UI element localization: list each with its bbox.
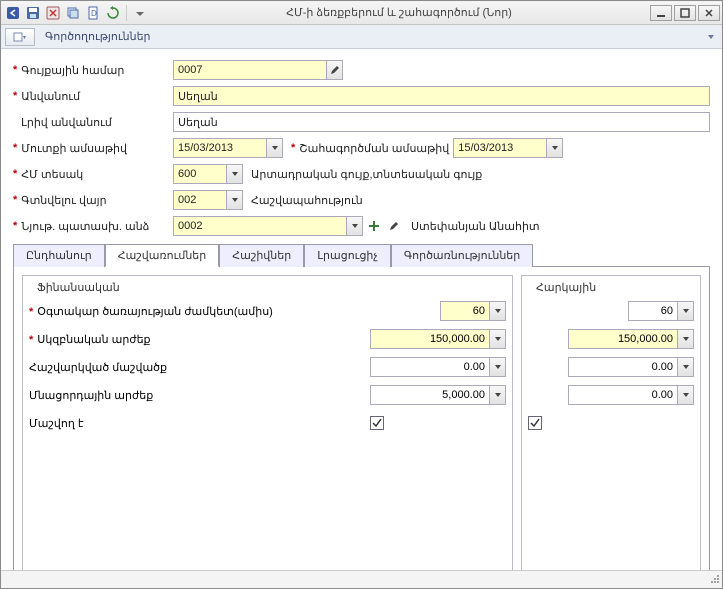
chevron-down-icon[interactable]	[678, 385, 694, 405]
toolbar: Գործողություններ	[1, 25, 722, 49]
window-title: ՀՄ-ի ձեռքբերում և շահագործում (Նոր)	[150, 6, 648, 19]
responsible-text: Ստեփանյան Անահիտ	[411, 220, 540, 233]
chevron-down-icon[interactable]	[490, 329, 506, 349]
tax-initial-value-input[interactable]	[568, 329, 678, 349]
svg-text:D: D	[91, 9, 97, 18]
label-entry-date: Մուտքի ամսաթիվ	[21, 142, 127, 155]
tax-residual-input[interactable]	[568, 385, 678, 405]
name-input[interactable]	[173, 86, 710, 106]
chevron-down-icon[interactable]	[266, 139, 282, 157]
tax-depreciate-checkbox[interactable]	[528, 416, 542, 430]
document-icon[interactable]: D	[84, 4, 102, 22]
titlebar: D ՀՄ-ի ձեռքբերում և շահագործում (Նոր)	[1, 1, 722, 25]
financial-depreciate-checkbox[interactable]	[370, 416, 384, 430]
operation-date-picker[interactable]: 15/03/2013	[453, 138, 563, 158]
label-responsible: Նյութ. պատասխ. անձ	[21, 220, 149, 233]
delete-icon[interactable]	[44, 4, 62, 22]
financial-residual-input[interactable]	[370, 385, 490, 405]
chevron-down-icon[interactable]	[226, 191, 242, 209]
financial-useful-life-input[interactable]	[440, 301, 490, 321]
tab-activities[interactable]: Գործառնություններ	[391, 244, 533, 267]
asset-number-field[interactable]: 0007	[173, 60, 343, 80]
responsible-combo[interactable]: 0002	[173, 216, 363, 236]
minimize-button[interactable]	[650, 5, 672, 21]
entry-date-picker[interactable]: 15/03/2013	[173, 138, 283, 158]
label-useful-life: Օգտակար ծառայության ժամկետ(ամիս)	[37, 306, 273, 318]
resize-grip-icon[interactable]	[708, 572, 720, 587]
full-name-input[interactable]	[173, 112, 710, 132]
label-asset-number: Գույքային համար	[21, 64, 124, 77]
label-name: Անվանում	[21, 90, 80, 103]
fieldset-financial-title: Ֆինանսական	[33, 281, 124, 294]
label-depreciate: Մաշվող է	[29, 418, 84, 430]
chevron-down-icon[interactable]	[678, 357, 694, 377]
label-calculated-depreciation: Հաշվարկված մաշվածք	[29, 362, 167, 374]
close-button[interactable]	[698, 5, 720, 21]
label-full-name: Լրիվ անվանում	[21, 116, 112, 129]
asset-type-text: Արտադրական գույք,տնտեսական գույք	[251, 168, 482, 181]
tab-calculations[interactable]: Հաշվառումներ	[105, 244, 220, 267]
chevron-down-icon[interactable]	[490, 301, 506, 321]
chevron-down-icon[interactable]	[346, 217, 362, 235]
chevron-down-icon[interactable]	[678, 301, 694, 321]
chevron-down-icon[interactable]	[678, 329, 694, 349]
tab-panel-calculations: Ֆինանսական *Օգտակար ծառայության ժամկետ(ա…	[13, 267, 710, 570]
fieldset-tax-title: Հարկային	[532, 281, 600, 294]
tax-calc-depr-input[interactable]	[568, 357, 678, 377]
copy-icon[interactable]	[64, 4, 82, 22]
location-combo[interactable]: 002	[173, 190, 243, 210]
tabs: Ընդհանուր Հաշվառումներ Հաշիվներ Լրացուցի…	[13, 243, 710, 267]
toolbar-collapse-icon[interactable]	[704, 30, 718, 44]
edit-icon[interactable]	[385, 217, 403, 235]
refresh-icon[interactable]	[104, 4, 122, 22]
label-residual-value: Մնացորդային արժեք	[29, 390, 153, 402]
tab-general[interactable]: Ընդհանուր	[13, 244, 105, 267]
save-icon[interactable]	[24, 4, 42, 22]
fieldset-financial: Ֆինանսական *Օգտակար ծառայության ժամկետ(ա…	[22, 275, 513, 570]
label-initial-value: Սկզբնական արժեք	[37, 334, 150, 346]
nav-back-icon[interactable]	[4, 4, 22, 22]
label-operation-date: Շահագործման ամսաթիվ	[299, 142, 449, 155]
customize-dropdown-icon[interactable]	[131, 4, 149, 22]
maximize-button[interactable]	[674, 5, 696, 21]
view-mode-button[interactable]	[5, 28, 35, 46]
statusbar	[1, 570, 722, 588]
edit-icon[interactable]	[326, 61, 342, 79]
add-icon[interactable]	[365, 217, 383, 235]
chevron-down-icon[interactable]	[490, 357, 506, 377]
toolbar-label: Գործողություններ	[39, 30, 151, 43]
label-asset-type: ՀՄ տեսակ	[21, 168, 83, 181]
label-location: Գտնվելու վայր	[21, 194, 106, 207]
location-text: Հաշվապահություն	[251, 194, 363, 207]
tax-useful-life-input[interactable]	[628, 301, 678, 321]
financial-initial-value-input[interactable]	[370, 329, 490, 349]
chevron-down-icon[interactable]	[546, 139, 562, 157]
financial-calc-depr-input[interactable]	[370, 357, 490, 377]
asset-type-combo[interactable]: 600	[173, 164, 243, 184]
tab-accounts[interactable]: Հաշիվներ	[219, 244, 304, 267]
fieldset-tax: Հարկային	[521, 275, 701, 570]
tab-additional[interactable]: Լրացուցիչ	[304, 244, 391, 267]
chevron-down-icon[interactable]	[490, 385, 506, 405]
chevron-down-icon[interactable]	[226, 165, 242, 183]
